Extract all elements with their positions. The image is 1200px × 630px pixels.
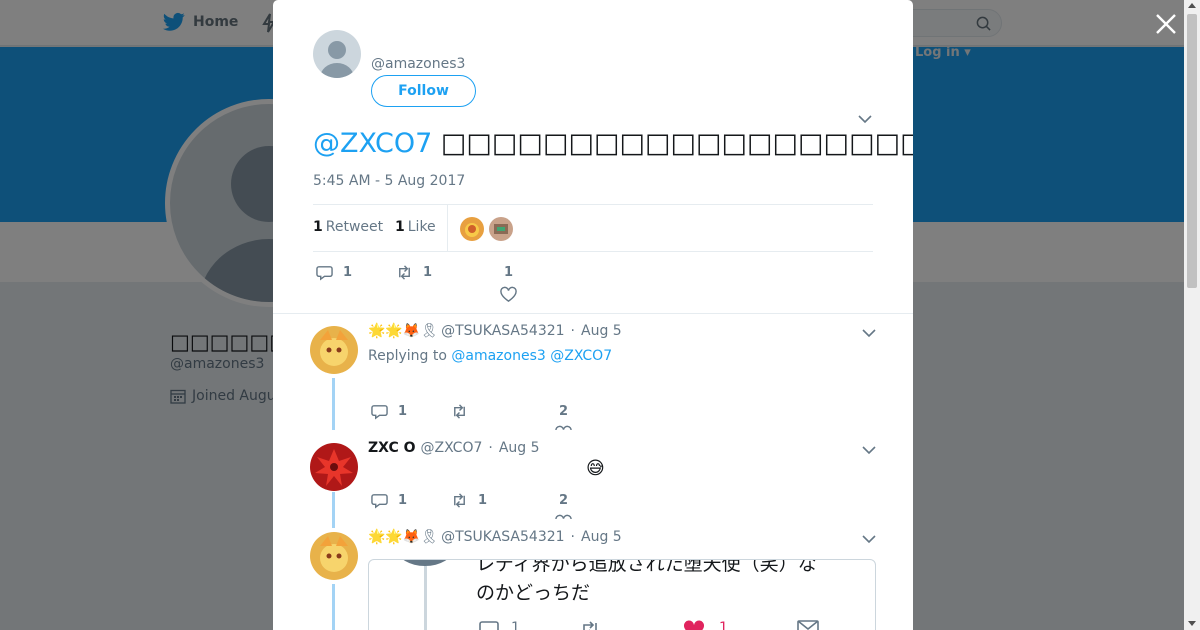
retweet-stat-label: Retweet [325, 219, 384, 235]
thread-line [332, 378, 335, 430]
reply-separator-dot: · [570, 323, 575, 339]
reply-button[interactable]: 1 [316, 264, 352, 281]
retweet-icon[interactable] [579, 620, 601, 630]
like-stat-label: Like [407, 219, 436, 235]
reply-header: 🌟🌟🦊🎗 @TSUKASA54321 · Aug 5 [368, 529, 622, 545]
replying-to-mentions[interactable]: @amazones3 @ZXCO7 [451, 348, 612, 364]
retweet-icon [399, 265, 410, 280]
reply-count: 1 [398, 493, 408, 508]
embedded-tweet-card[interactable]: レディ界から追放された堕天使（笑）な のかどっちだ 1 1 [368, 559, 876, 630]
liker-avatar[interactable] [460, 217, 484, 241]
reply-author-emoji[interactable]: 🌟🌟🦊🎗 [368, 323, 438, 339]
like-action-count: 1 [503, 265, 514, 280]
reply-header: 🌟🌟🦊🎗 @TSUKASA54321 · Aug 5 [368, 323, 622, 339]
reply-date[interactable]: Aug 5 [499, 440, 540, 456]
reply-count: 1 [398, 404, 408, 419]
reply-author-handle[interactable]: @TSUKASA54321 [441, 529, 564, 545]
like-action-count: 2 [558, 493, 569, 508]
scroll-up-arrow[interactable] [1188, 3, 1196, 8]
replying-to-prefix: Replying to [368, 348, 447, 364]
heart-icon [555, 425, 572, 430]
embedded-thread-line [424, 566, 427, 630]
like-button[interactable]: 2 [555, 493, 572, 519]
tweet-mention[interactable]: @ZXCO7 [313, 128, 432, 159]
embedded-tweet-text: レディ界から追放された堕天使（笑）な のかどっちだ [476, 559, 817, 604]
retweet-icon [454, 493, 465, 508]
retweet-count: 1 [313, 219, 323, 235]
like-action-count: 2 [558, 404, 569, 419]
thread-line [332, 584, 335, 630]
heart-icon [500, 286, 517, 302]
like-button[interactable]: 2 [555, 404, 572, 430]
reply-icon[interactable] [479, 620, 499, 630]
replying-to: Replying to @amazones3 @ZXCO7 [368, 348, 612, 364]
heart-icon [555, 514, 572, 519]
like-count: 1 [395, 219, 405, 235]
chevron-down-icon[interactable] [862, 445, 876, 455]
retweet-action-count: 1 [423, 265, 433, 280]
retweet-stat[interactable]: 1 Retweet [313, 219, 383, 235]
chevron-down-icon[interactable] [862, 534, 876, 544]
reply-date[interactable]: Aug 5 [581, 323, 622, 339]
reply-author-name[interactable]: ZXC O [368, 440, 416, 456]
reply-icon [371, 494, 388, 509]
reply-button[interactable]: 1 [371, 492, 407, 509]
tweet-text: @ZXCO7 □□□□□□□□□□□□□□□□□□□□□□□□□□□□□□□□□… [313, 126, 913, 162]
chevron-down-icon[interactable] [858, 114, 872, 124]
follow-button[interactable]: Follow [371, 75, 476, 107]
reply-avatar[interactable] [310, 443, 358, 491]
reply-count: 1 [343, 265, 353, 280]
thread-line [332, 492, 335, 528]
tweet-body: □□□□□□□□□□□□□□□□□□□□□□□□□□□□□□□□□□□□□□□□… [440, 128, 913, 159]
reply-author-handle[interactable]: @TSUKASA54321 [441, 323, 564, 339]
close-icon[interactable] [1154, 12, 1178, 36]
author-avatar[interactable] [313, 30, 361, 78]
tweet-modal: @amazones3 Follow @ZXCO7 □□□□□□□□□□□□□□□… [273, 0, 913, 630]
reply-author-handle[interactable]: @ZXCO7 [421, 440, 483, 456]
heart-icon[interactable] [683, 620, 705, 630]
author-handle[interactable]: @amazones3 [371, 56, 465, 72]
like-button[interactable]: 1 [500, 265, 517, 303]
reply-button[interactable]: 1 [371, 403, 407, 420]
mail-icon[interactable] [797, 620, 819, 630]
replies-separator [273, 313, 913, 314]
scrollbar-thumb[interactable] [1187, 14, 1197, 288]
retweet-icon [454, 404, 465, 419]
reply-avatar[interactable] [310, 326, 358, 374]
reply-separator-dot: · [488, 440, 493, 456]
retweet-button[interactable] [451, 403, 478, 420]
reply-separator-dot: · [570, 529, 575, 545]
embedded-reply-count: 1 [511, 620, 520, 630]
tweet-timestamp[interactable]: 5:45 AM - 5 Aug 2017 [313, 173, 465, 189]
embedded-like-count: 1 [719, 620, 728, 630]
scroll-down-arrow[interactable] [1188, 621, 1196, 626]
tweet-stats: 1 Retweet 1 Like [313, 204, 873, 252]
reply-icon [371, 405, 388, 420]
reply-author-emoji[interactable]: 🌟🌟🦊🎗 [368, 529, 438, 545]
embedded-avatar [397, 560, 453, 566]
like-stat[interactable]: 1 Like [395, 219, 436, 235]
chevron-down-icon[interactable] [862, 328, 876, 338]
retweet-button[interactable]: 1 [451, 492, 487, 509]
retweet-button[interactable]: 1 [396, 264, 432, 281]
liker-avatar[interactable] [489, 217, 513, 241]
retweet-action-count: 1 [478, 493, 488, 508]
reply-avatar[interactable] [310, 532, 358, 580]
reply-header: ZXC O @ZXCO7 · Aug 5 [368, 440, 540, 456]
stats-divider [447, 205, 448, 251]
reply-date[interactable]: Aug 5 [581, 529, 622, 545]
reply-icon [316, 266, 333, 281]
reply-text: 😅 [586, 458, 605, 479]
